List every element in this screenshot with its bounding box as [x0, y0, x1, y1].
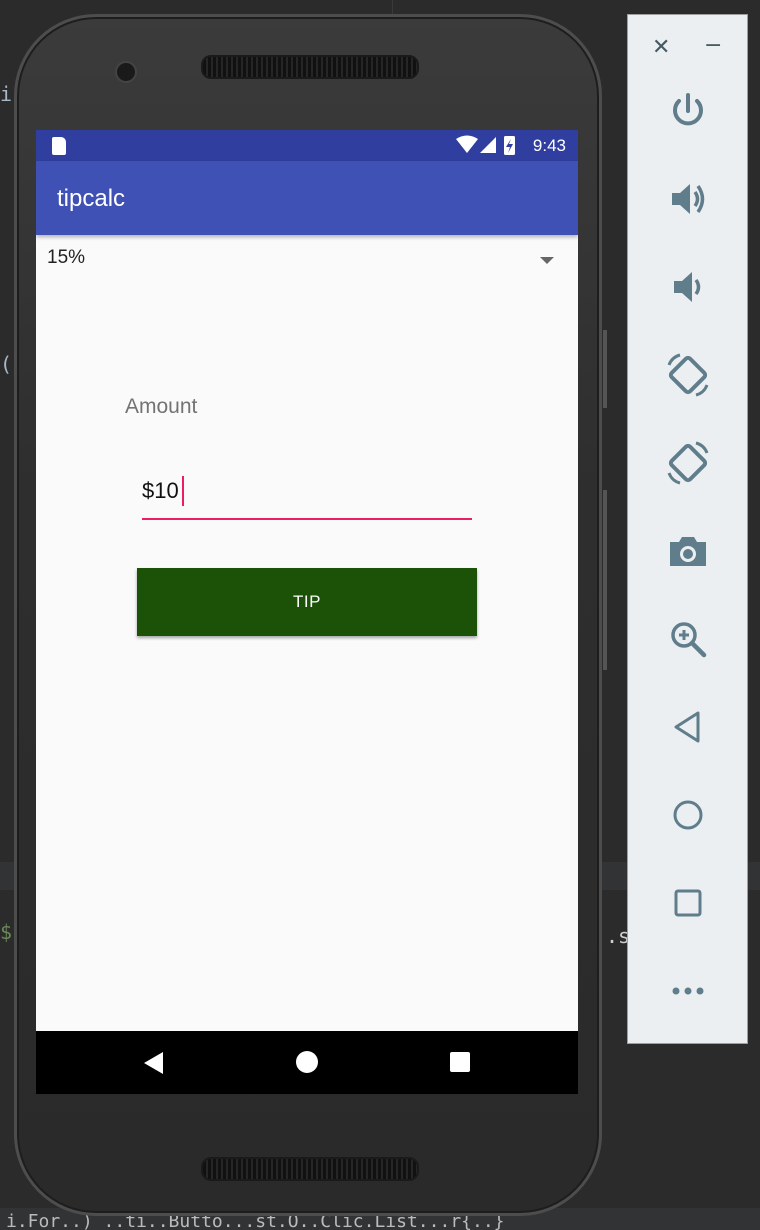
power-icon	[672, 93, 703, 126]
spinner-selected-value: 15%	[47, 247, 86, 268]
screenshot-button[interactable]	[628, 523, 747, 579]
power-button[interactable]	[628, 83, 747, 139]
volume-down-button[interactable]	[628, 259, 747, 315]
amount-input[interactable]: $10	[142, 470, 472, 520]
rotate-right-icon	[667, 441, 708, 485]
more-button[interactable]	[628, 963, 747, 1019]
ide-code-fragment: (	[0, 352, 13, 376]
tip-button[interactable]: TIP	[137, 568, 477, 636]
nav-home-icon[interactable]	[296, 1051, 318, 1073]
ide-code-fragment: i	[0, 82, 13, 106]
overview-button[interactable]	[628, 875, 747, 931]
home-icon	[673, 800, 702, 830]
ide-scrollbar[interactable]	[603, 330, 607, 408]
ide-divider	[392, 0, 393, 14]
device-screen: 9:43 tipcalc 15% Amount $10 TIP	[36, 130, 578, 1094]
tip-percent-spinner[interactable]: 15%	[36, 235, 578, 281]
sd-card-icon	[52, 137, 66, 155]
camera-icon	[669, 537, 706, 566]
rotate-left-button[interactable]	[628, 347, 747, 403]
minimize-icon[interactable]: −	[704, 33, 722, 58]
app-bar: tipcalc	[36, 161, 578, 235]
text-cursor	[182, 476, 184, 506]
app-title: tipcalc	[57, 185, 126, 212]
back-button[interactable]	[628, 699, 747, 755]
zoom-icon	[670, 622, 706, 658]
ide-code-fragment: $	[0, 920, 13, 944]
top-speaker	[201, 55, 419, 79]
amount-label: Amount	[125, 395, 198, 418]
rotate-left-icon	[667, 353, 708, 397]
volume-up-button[interactable]	[628, 171, 747, 227]
wifi-signal-battery-icon	[456, 135, 515, 155]
navigation-bar	[36, 1031, 578, 1094]
rotate-right-button[interactable]	[628, 435, 747, 491]
nav-recents-icon[interactable]	[450, 1052, 470, 1072]
home-button[interactable]	[628, 787, 747, 843]
tip-button-label: TIP	[293, 592, 321, 611]
emulator-toolbar: ✕ −	[627, 14, 748, 1044]
dropdown-arrow-icon	[540, 257, 554, 264]
status-time: 9:43	[532, 136, 566, 155]
ide-scrollbar[interactable]	[603, 490, 607, 670]
bottom-speaker	[201, 1157, 419, 1181]
amount-input-value: $10	[142, 478, 179, 503]
more-icon	[672, 987, 703, 995]
volume-up-icon	[671, 184, 704, 214]
back-icon	[674, 711, 699, 743]
close-icon[interactable]: ✕	[652, 35, 670, 60]
nav-back-icon[interactable]	[144, 1052, 163, 1074]
status-bar: 9:43	[36, 130, 578, 161]
overview-icon	[674, 889, 701, 917]
status-icons	[454, 135, 524, 161]
front-camera	[115, 61, 137, 83]
volume-down-icon	[673, 272, 700, 302]
zoom-button[interactable]	[628, 611, 747, 667]
